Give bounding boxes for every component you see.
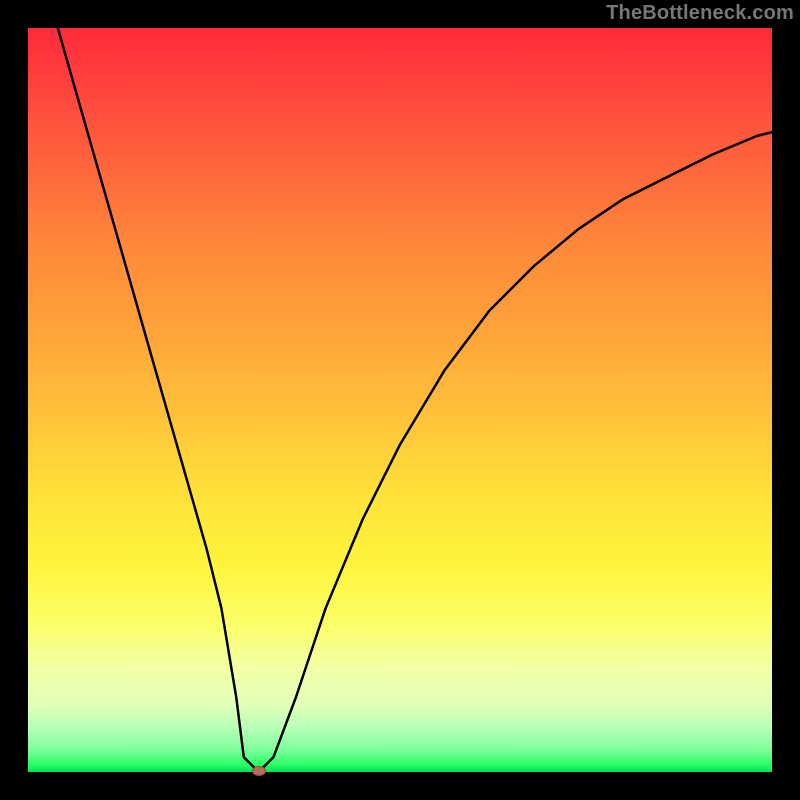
bottleneck-curve: [28, 28, 772, 772]
watermark-text: TheBottleneck.com: [606, 2, 794, 25]
plot-area: [28, 28, 772, 772]
chart-frame: TheBottleneck.com: [0, 0, 800, 800]
min-marker: [252, 766, 266, 776]
